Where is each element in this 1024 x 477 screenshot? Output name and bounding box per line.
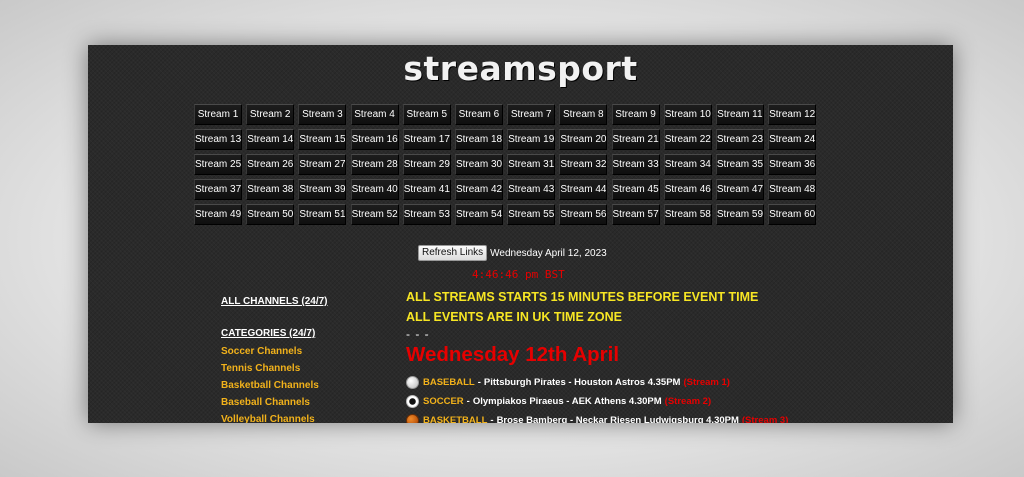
stream-49-button[interactable]: Stream 49: [194, 204, 242, 225]
stream-6-button[interactable]: Stream 6: [454, 104, 503, 125]
stream-18-button[interactable]: Stream 18: [454, 129, 503, 150]
stream-56-button[interactable]: Stream 56: [559, 204, 608, 225]
sidebar: ALL CHANNELS (24/7) CATEGORIES (24/7) So…: [221, 296, 328, 423]
event-sport: BASKETBALL: [423, 415, 488, 423]
stream-24-button[interactable]: Stream 24: [768, 129, 817, 150]
event-row: BASEBALL - Pittsburgh Pirates - Houston …: [406, 373, 788, 392]
event-row: BASKETBALL - Brose Bamberg - Neckar Ries…: [406, 411, 788, 423]
soccer-ball-icon: [406, 395, 419, 408]
event-list: BASEBALL - Pittsburgh Pirates - Houston …: [406, 373, 788, 423]
sidebar-item-soccer-channels[interactable]: Soccer Channels: [221, 346, 328, 357]
event-separator: -: [490, 415, 494, 423]
stream-45-button[interactable]: Stream 45: [611, 179, 660, 200]
stream-38-button[interactable]: Stream 38: [246, 179, 295, 200]
event-stream-link[interactable]: (Stream 3): [742, 415, 788, 423]
event-sport: SOCCER: [423, 396, 464, 407]
stream-50-button[interactable]: Stream 50: [246, 204, 295, 225]
stream-32-button[interactable]: Stream 32: [559, 154, 608, 175]
stream-60-button[interactable]: Stream 60: [768, 204, 817, 225]
stream-34-button[interactable]: Stream 34: [663, 154, 712, 175]
sidebar-item-basketball-channels[interactable]: Basketball Channels: [221, 380, 328, 391]
event-match: Pittsburgh Pirates - Houston Astros 4.35…: [483, 377, 681, 388]
categories-link[interactable]: CATEGORIES (24/7): [221, 328, 328, 339]
event-separator: -: [466, 396, 470, 407]
stream-12-button[interactable]: Stream 12: [768, 104, 817, 125]
stream-39-button[interactable]: Stream 39: [298, 179, 347, 200]
stream-21-button[interactable]: Stream 21: [611, 129, 660, 150]
stream-44-button[interactable]: Stream 44: [559, 179, 608, 200]
current-date: Wednesday April 12, 2023: [490, 247, 607, 259]
stream-33-button[interactable]: Stream 33: [611, 154, 660, 175]
stream-14-button[interactable]: Stream 14: [246, 129, 295, 150]
stream-42-button[interactable]: Stream 42: [454, 179, 503, 200]
refresh-row: Refresh Links Wednesday April 12, 2023: [418, 245, 607, 261]
stream-57-button[interactable]: Stream 57: [611, 204, 660, 225]
live-clock: 4:46:46 pm BST: [472, 268, 565, 281]
event-match: Brose Bamberg - Neckar Riesen Ludwigsbur…: [496, 415, 739, 423]
stream-29-button[interactable]: Stream 29: [402, 154, 451, 175]
stream-40-button[interactable]: Stream 40: [350, 179, 399, 200]
day-heading: Wednesday 12th April: [406, 343, 620, 366]
stream-22-button[interactable]: Stream 22: [663, 129, 712, 150]
divider-dashes: - - -: [406, 327, 430, 341]
stream-55-button[interactable]: Stream 55: [507, 204, 556, 225]
stream-7-button[interactable]: Stream 7: [507, 104, 556, 125]
stream-10-button[interactable]: Stream 10: [663, 104, 712, 125]
stream-25-button[interactable]: Stream 25: [194, 154, 242, 175]
stream-8-button[interactable]: Stream 8: [559, 104, 608, 125]
stream-28-button[interactable]: Stream 28: [350, 154, 399, 175]
stream-11-button[interactable]: Stream 11: [715, 104, 764, 125]
stream-1-button[interactable]: Stream 1: [194, 104, 242, 125]
basketball-icon: [406, 414, 419, 423]
stream-31-button[interactable]: Stream 31: [507, 154, 556, 175]
stream-53-button[interactable]: Stream 53: [402, 204, 451, 225]
refresh-links-button[interactable]: Refresh Links: [418, 245, 488, 261]
stream-52-button[interactable]: Stream 52: [350, 204, 399, 225]
event-sport: BASEBALL: [423, 377, 475, 388]
site-logo[interactable]: streamsport: [88, 49, 953, 88]
stream-46-button[interactable]: Stream 46: [663, 179, 712, 200]
stream-43-button[interactable]: Stream 43: [507, 179, 556, 200]
event-stream-link[interactable]: (Stream 2): [665, 396, 711, 407]
sidebar-item-tennis-channels[interactable]: Tennis Channels: [221, 363, 328, 374]
stream-35-button[interactable]: Stream 35: [715, 154, 764, 175]
event-match: Olympiakos Piraeus - AEK Athens 4.30PM: [472, 396, 662, 407]
stream-3-button[interactable]: Stream 3: [298, 104, 347, 125]
stream-41-button[interactable]: Stream 41: [402, 179, 451, 200]
stream-59-button[interactable]: Stream 59: [715, 204, 764, 225]
stream-2-button[interactable]: Stream 2: [246, 104, 295, 125]
stream-36-button[interactable]: Stream 36: [768, 154, 817, 175]
stream-19-button[interactable]: Stream 19: [507, 129, 556, 150]
stream-58-button[interactable]: Stream 58: [663, 204, 712, 225]
stream-30-button[interactable]: Stream 30: [454, 154, 503, 175]
notice-time-zone: ALL EVENTS ARE IN UK TIME ZONE: [406, 310, 622, 324]
stream-4-button[interactable]: Stream 4: [350, 104, 399, 125]
sidebar-item-volleyball-channels[interactable]: Volleyball Channels: [221, 414, 328, 423]
all-channels-link[interactable]: ALL CHANNELS (24/7): [221, 296, 328, 307]
stream-5-button[interactable]: Stream 5: [402, 104, 451, 125]
event-row: SOCCER - Olympiakos Piraeus - AEK Athens…: [406, 392, 788, 411]
baseball-icon: [406, 376, 419, 389]
stream-48-button[interactable]: Stream 48: [768, 179, 817, 200]
stream-51-button[interactable]: Stream 51: [298, 204, 347, 225]
stream-47-button[interactable]: Stream 47: [715, 179, 764, 200]
stream-button-grid: Stream 1 Stream 2 Stream 3 Stream 4 Stream 5…: [194, 104, 817, 225]
stream-26-button[interactable]: Stream 26: [246, 154, 295, 175]
stream-23-button[interactable]: Stream 23: [715, 129, 764, 150]
stream-9-button[interactable]: Stream 9: [611, 104, 660, 125]
event-stream-link[interactable]: (Stream 1): [683, 377, 729, 388]
stream-20-button[interactable]: Stream 20: [559, 129, 608, 150]
main-content: ALL STREAMS STARTS 15 MINUTES BEFORE EVE…: [406, 287, 788, 423]
stream-54-button[interactable]: Stream 54: [454, 204, 503, 225]
stream-15-button[interactable]: Stream 15: [298, 129, 347, 150]
stream-17-button[interactable]: Stream 17: [402, 129, 451, 150]
notice-stream-start: ALL STREAMS STARTS 15 MINUTES BEFORE EVE…: [406, 290, 759, 304]
event-separator: -: [477, 377, 481, 388]
sidebar-item-baseball-channels[interactable]: Baseball Channels: [221, 397, 328, 408]
stream-37-button[interactable]: Stream 37: [194, 179, 242, 200]
stream-27-button[interactable]: Stream 27: [298, 154, 347, 175]
page-frame: streamsport Stream 1 Stream 2 Stream 3 Stre…: [88, 45, 953, 423]
stream-13-button[interactable]: Stream 13: [194, 129, 242, 150]
stream-16-button[interactable]: Stream 16: [350, 129, 399, 150]
